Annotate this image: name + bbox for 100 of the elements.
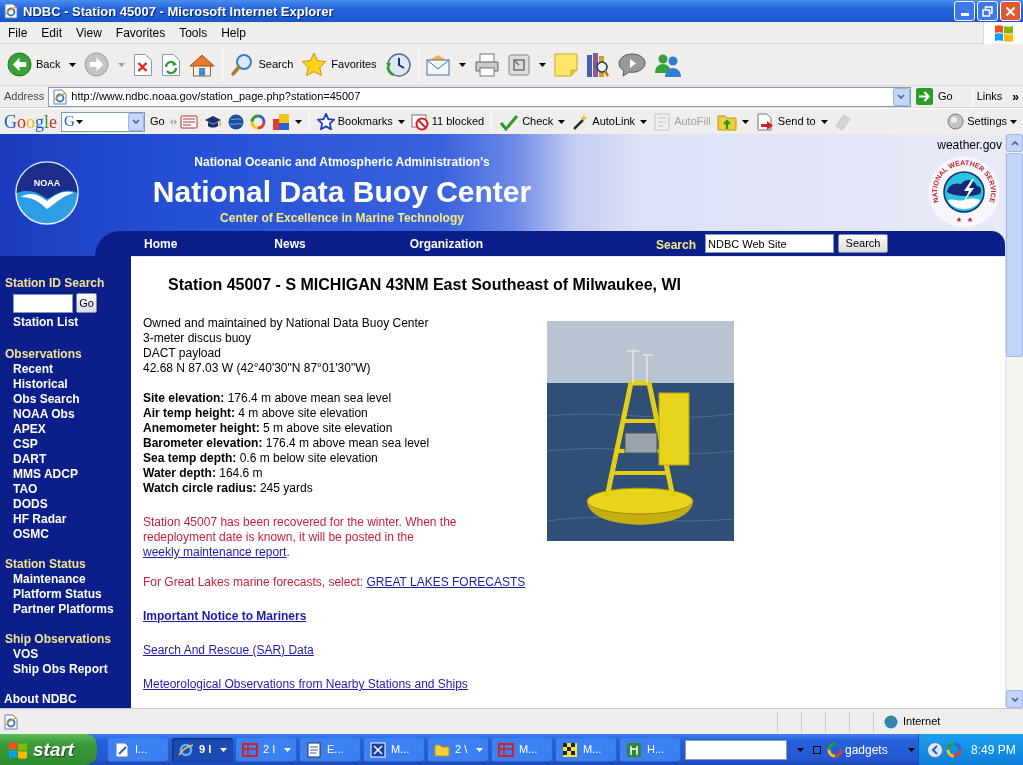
checkered-icon — [562, 741, 578, 758]
links-button[interactable]: Links — [972, 86, 1007, 107]
menu-item[interactable]: File — [1, 22, 35, 43]
taskbar-button[interactable]: M... — [556, 737, 617, 762]
sidebar-item[interactable]: CSP — [0, 437, 38, 452]
menu-item[interactable]: View — [69, 22, 109, 43]
pencil-page-icon — [114, 741, 130, 758]
blocks-icon — [271, 112, 290, 131]
settings-button[interactable]: Settings — [947, 110, 1017, 133]
globe-icon — [884, 714, 898, 729]
taskbar-button[interactable]: I... — [108, 737, 169, 762]
bookmarks-button[interactable]: Bookmarks — [313, 110, 408, 133]
globe-icon — [227, 113, 244, 130]
sidebar-item[interactable]: DART — [0, 452, 47, 467]
clock: 8:49 PM — [971, 741, 1016, 759]
address-field[interactable]: http://www.ndbc.noaa.gov/station_page.php?station=45007 — [71, 88, 893, 105]
sidebar-item[interactable]: VOS — [0, 647, 39, 662]
favorites-button[interactable]: Favorites — [297, 46, 381, 83]
sidebar-item[interactable]: Station List — [0, 315, 79, 330]
sidebar-item[interactable]: Obs Search — [0, 392, 80, 407]
sidebar-item[interactable]: DODS — [0, 497, 48, 512]
spell-check-button[interactable]: Check — [496, 110, 569, 133]
sidebar-item[interactable]: OSMC — [0, 527, 49, 542]
spec-line: Water depth: 164.6 m — [143, 466, 263, 481]
taskbar-button[interactable]: 9 I — [172, 737, 233, 762]
windows-flag-icon — [8, 739, 28, 760]
sidebar-item[interactable]: Partner Platforms — [0, 602, 114, 617]
google-go-button[interactable]: Go — [145, 111, 170, 132]
page-icon — [52, 88, 69, 105]
swirl-icon — [827, 741, 843, 758]
nav-link[interactable]: Organization — [409, 234, 484, 253]
site-search-field[interactable]: NDBC Web Site — [705, 234, 834, 253]
scroll-down-button[interactable] — [1006, 690, 1023, 708]
taskbar-button[interactable]: 2 I — [236, 737, 297, 762]
check-icon — [499, 112, 520, 131]
engine-button[interactable]: G — [62, 114, 83, 129]
page-link[interactable]: Search And Rescue (SAR) Data — [143, 643, 314, 658]
menu-item[interactable]: Favorites — [108, 22, 173, 43]
sidebar-item[interactable]: APEX — [0, 422, 46, 437]
menu-item[interactable]: Help — [214, 22, 253, 43]
go-button[interactable]: Go — [910, 86, 958, 107]
taskbar-button[interactable]: H... — [620, 737, 681, 762]
station-id-field[interactable] — [13, 293, 73, 313]
forecasts-link[interactable]: GREAT LAKES FORECASTS — [366, 575, 526, 589]
search-history-dropdown-button[interactable] — [128, 112, 144, 131]
autolink-button[interactable]: AutoLink — [568, 110, 651, 133]
taskbar-button[interactable]: 2 \ — [428, 737, 489, 762]
menu-item[interactable]: Tools — [172, 22, 215, 43]
taskbar-button[interactable]: M... — [364, 737, 425, 762]
scrollbar-track[interactable] — [1005, 134, 1023, 708]
scroll-thumb[interactable] — [1006, 153, 1023, 357]
back-button[interactable]: Back — [3, 46, 81, 83]
minimize-button[interactable] — [954, 1, 975, 21]
sidebar-item[interactable]: Historical — [0, 377, 68, 392]
sidebar-item[interactable]: MMS ADCP — [0, 467, 78, 482]
menu-item[interactable]: Edit — [34, 22, 70, 43]
sidebar-item[interactable]: Platform Status — [0, 587, 102, 602]
page-link[interactable]: Meteorological Observations from Nearby Stations and Ships — [143, 677, 468, 692]
chevron-button[interactable]: » — [1012, 86, 1019, 106]
caret-icon — [1010, 119, 1017, 124]
gadgets-label[interactable]: gadgets — [845, 740, 888, 759]
start-button[interactable]: start — [0, 734, 97, 765]
sidebar-item[interactable]: NOAA Obs — [0, 407, 75, 422]
address-combo[interactable]: http://www.ndbc.noaa.gov/station_page.php?station=45007 — [48, 86, 911, 107]
envelope-icon — [425, 53, 450, 76]
weather-gov-link[interactable]: weather.gov — [937, 138, 1002, 153]
taskbar-button[interactable]: M... — [492, 737, 553, 762]
description-line: DACT payload — [143, 346, 221, 361]
sidebar-link[interactable]: About NDBC — [0, 692, 77, 707]
station-go-button[interactable]: Go — [76, 293, 97, 313]
restore-button[interactable] — [977, 1, 998, 21]
nav-link[interactable]: Home — [144, 234, 178, 253]
sidebar-item[interactable]: Recent — [0, 362, 53, 377]
history-dropdown-button[interactable] — [892, 87, 910, 106]
minimize-icon — [960, 13, 969, 16]
caret-icon — [640, 119, 648, 124]
taskbar-button[interactable]: E... — [300, 737, 361, 762]
google-logo[interactable]: Google — [4, 112, 57, 131]
house-icon — [189, 52, 216, 77]
page-link[interactable]: Important Notice to Mariners — [143, 609, 307, 624]
forecast-text: For Great Lakes marine forecasts, select: GREAT LAKES FORECASTS — [143, 575, 526, 590]
taskbar-address-field[interactable] — [685, 739, 787, 760]
nav-link[interactable]: News — [274, 234, 306, 253]
caret-icon — [907, 747, 915, 752]
noaa-logo[interactable]: NOAA — [15, 161, 79, 225]
popup-blocker-button[interactable]: 11 blocked — [407, 110, 488, 133]
close-icon — [1005, 5, 1016, 17]
spec-line: Watch circle radius: 245 yards — [143, 481, 313, 496]
scroll-up-button[interactable] — [1006, 134, 1023, 152]
sidebar-item[interactable]: TAO — [0, 482, 38, 497]
close-button[interactable] — [1000, 1, 1021, 21]
sidebar-item[interactable]: HF Radar — [0, 512, 67, 527]
google-search-field[interactable]: G — [61, 111, 145, 132]
newspaper-icon — [179, 113, 198, 130]
send-to-button[interactable]: Send to — [751, 110, 831, 133]
site-search-button[interactable]: Search — [838, 234, 888, 253]
sidebar-heading: Observations — [4, 347, 82, 362]
sidebar-item[interactable]: Maintenance — [0, 572, 86, 587]
sidebar-item[interactable]: Ship Obs Report — [0, 662, 108, 677]
search-button[interactable]: Search — [226, 46, 298, 83]
